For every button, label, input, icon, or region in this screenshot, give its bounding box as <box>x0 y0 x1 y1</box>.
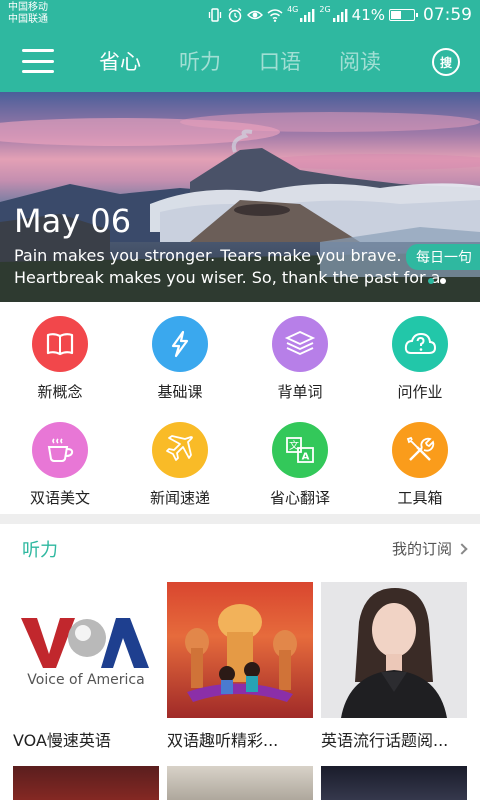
program-card-partial[interactable] <box>13 766 159 800</box>
carrier-2: 中国联通 <box>8 14 48 25</box>
voa-logo-thumbnail: Voice of America <box>13 582 159 718</box>
app-screen: 中国移动 中国联通 4G 2G 41% 07:59 省心 听力 口语 阅读 搜 … <box>0 0 480 800</box>
network-type-1: 4G <box>287 5 299 14</box>
my-subscriptions-label: 我的订阅 <box>391 540 452 558</box>
my-subscriptions-link[interactable]: 我的订阅 <box>391 538 468 559</box>
wifi-icon <box>267 7 283 23</box>
cloud-question-icon <box>404 332 437 354</box>
program-caption: 双语趣听精彩... <box>167 731 279 750</box>
feature-news[interactable]: 新闻速递 <box>120 408 240 508</box>
battery-percent: 41% <box>351 6 385 24</box>
quote-line-2: Heartbreak makes you wiser. So, thank th… <box>14 268 441 287</box>
section-title: 听力 <box>22 540 58 561</box>
coffee-cup-icon <box>47 438 74 462</box>
status-bar: 中国移动 中国联通 4G 2G 41% 07:59 <box>0 0 480 30</box>
airplane-icon <box>166 435 193 461</box>
voa-logo-text: Voice of America <box>27 672 145 688</box>
feature-icon-circle <box>152 422 208 478</box>
daily-sentence-banner[interactable]: May 06 Pain makes you stronger. Tears ma… <box>0 92 480 302</box>
feature-homework-help[interactable]: 问作业 <box>360 302 480 402</box>
carrier-info: 中国移动 中国联通 <box>8 2 48 26</box>
program-card-partial[interactable] <box>167 766 313 800</box>
feature-new-concept[interactable]: 新概念 <box>0 302 120 402</box>
battery-fill <box>391 11 401 19</box>
menu-icon[interactable] <box>22 49 54 73</box>
carousel-dot-active <box>428 278 434 284</box>
tab-listening[interactable]: 听力 <box>160 46 240 76</box>
top-tabs: 省心 听力 口语 阅读 <box>80 30 400 92</box>
feature-label: 背单词 <box>277 383 323 401</box>
woman-portrait-thumbnail <box>321 582 467 718</box>
tools-icon <box>406 436 435 461</box>
chevron-right-icon <box>456 542 468 555</box>
feature-label: 省心翻译 <box>269 489 330 507</box>
vibrate-icon <box>207 7 223 23</box>
tab-speaking[interactable]: 口语 <box>240 46 320 76</box>
feature-vocabulary[interactable]: 背单词 <box>240 302 360 402</box>
tab-reading[interactable]: 阅读 <box>320 46 400 76</box>
listening-section-header: 听力 我的订阅 <box>0 524 480 572</box>
signal-icon <box>332 7 348 23</box>
feature-icon-circle <box>32 316 88 372</box>
feature-toolbox[interactable]: 工具箱 <box>360 408 480 508</box>
feature-label: 新概念 <box>37 383 83 401</box>
program-card-partial[interactable] <box>321 766 467 800</box>
svg-text:A: A <box>302 452 310 463</box>
feature-icon-circle <box>392 316 448 372</box>
feature-label: 基础课 <box>157 383 203 401</box>
feature-label: 双语美文 <box>29 489 90 507</box>
alarm-icon <box>227 7 243 23</box>
program-caption: 英语流行话题阅... <box>321 731 449 750</box>
signal-icon <box>299 7 315 23</box>
feature-label: 工具箱 <box>397 489 443 507</box>
feature-icon-circle <box>272 316 328 372</box>
feature-icon-circle <box>392 422 448 478</box>
carousel-dot <box>440 278 446 284</box>
svg-text:文: 文 <box>289 439 299 452</box>
battery-icon <box>389 9 418 21</box>
feature-label: 问作业 <box>397 383 443 401</box>
daily-sentence-tag[interactable]: 每日一句 <box>406 244 480 270</box>
aladdin-thumbnail <box>167 582 313 718</box>
feature-basic-course[interactable]: 基础课 <box>120 302 240 402</box>
search-button[interactable]: 搜 <box>432 48 460 76</box>
book-icon <box>46 333 74 356</box>
feature-label: 新闻速递 <box>149 489 210 507</box>
feature-icon-circle: 文A <box>272 422 328 478</box>
eye-comfort-icon <box>247 7 264 23</box>
word-stack-icon <box>284 331 316 355</box>
app-header: 省心 听力 口语 阅读 搜 <box>0 30 480 92</box>
banner-date: May 06 <box>14 202 132 240</box>
voa-logo <box>21 618 149 668</box>
program-caption: VOA慢速英语 <box>13 731 111 750</box>
feature-icon-circle <box>152 316 208 372</box>
status-icons: 4G 2G 41% 07:59 <box>207 5 472 25</box>
lightning-icon <box>171 330 189 358</box>
section-divider <box>0 514 480 524</box>
carrier-1: 中国移动 <box>8 2 48 13</box>
feature-icon-circle <box>32 422 88 478</box>
tab-shengxin[interactable]: 省心 <box>80 46 160 76</box>
feature-grid: 新概念 基础课 背单词 问作业 双语美文 新闻速递 文 A 省心翻译 工具箱 <box>0 302 480 514</box>
program-card-bilingual-listening[interactable]: 双语趣听精彩... <box>167 582 313 751</box>
clock: 07:59 <box>423 5 472 25</box>
feature-translate[interactable]: 文A 省心翻译 <box>240 408 360 508</box>
program-card-voa[interactable]: Voice of America VOA慢速英语 <box>13 582 159 751</box>
network-type-2: 2G <box>319 5 331 14</box>
feature-bilingual-essays[interactable]: 双语美文 <box>0 408 120 508</box>
program-card-pop-topics[interactable]: 英语流行话题阅... <box>321 582 467 751</box>
translate-icon: 文A <box>286 437 314 463</box>
